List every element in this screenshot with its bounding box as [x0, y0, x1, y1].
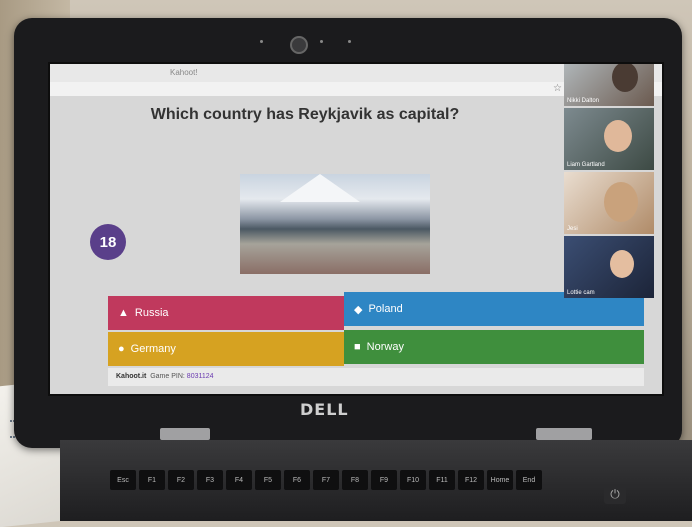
- countdown-timer: 18: [90, 224, 126, 260]
- keyboard-key[interactable]: F9: [371, 470, 397, 490]
- keyboard-key[interactable]: F3: [197, 470, 223, 490]
- answer-label: Norway: [366, 341, 404, 353]
- participant-name: Nikki Dalton: [567, 98, 600, 104]
- game-pin: 8031124: [186, 373, 214, 380]
- participant-video: [604, 120, 632, 152]
- answer-label: Germany: [130, 343, 176, 355]
- laptop-hinge: [536, 428, 592, 440]
- webcam-icon: [290, 36, 308, 54]
- quiz-footer: Kahoot.it Game PIN: 8031124: [108, 368, 644, 386]
- keyboard-key[interactable]: F7: [313, 470, 339, 490]
- triangle-icon: ▲: [118, 307, 129, 319]
- laptop-screen: Kahoot! ☆ Which country has Reykjavik as…: [48, 62, 664, 396]
- participant-tile[interactable]: Liam Gartland: [564, 108, 654, 170]
- question-text: Which country has Reykjavik as capital?: [150, 106, 460, 123]
- keyboard-key[interactable]: End: [516, 470, 542, 490]
- answer-option-germany[interactable]: ● Germany: [108, 332, 344, 366]
- led-indicator: [260, 40, 263, 43]
- mountain-shape: [280, 174, 360, 202]
- circle-icon: ●: [118, 343, 125, 355]
- pin-label: Game PIN:: [150, 373, 185, 380]
- participant-tile[interactable]: Nikki Dalton: [564, 64, 654, 106]
- participant-video: [612, 64, 638, 92]
- keyboard-key[interactable]: F5: [255, 470, 281, 490]
- star-icon[interactable]: ☆: [553, 83, 562, 94]
- footer-brand: Kahoot.it: [116, 373, 147, 380]
- power-icon[interactable]: ⏻: [604, 484, 626, 504]
- participant-video: [610, 250, 634, 278]
- square-icon: ■: [354, 341, 361, 353]
- keyboard-key[interactable]: F4: [226, 470, 252, 490]
- diamond-icon: ◆: [354, 303, 363, 316]
- keyboard-key[interactable]: F1: [139, 470, 165, 490]
- keyboard-key[interactable]: F2: [168, 470, 194, 490]
- participant-name: Jesi: [567, 226, 578, 232]
- keyboard-key[interactable]: F6: [284, 470, 310, 490]
- keyboard-key[interactable]: F12: [458, 470, 484, 490]
- keyboard-key[interactable]: F8: [342, 470, 368, 490]
- keyboard: Esc F1 F2 F3 F4 F5 F6 F7 F8 F9 F10 F11 F12 Home End: [110, 470, 590, 521]
- keyboard-key[interactable]: F10: [400, 470, 426, 490]
- participant-name: Lottie cam: [567, 290, 595, 296]
- participant-video: [604, 182, 638, 222]
- answer-label: Russia: [134, 307, 169, 319]
- answer-option-russia[interactable]: ▲ Russia: [108, 296, 344, 330]
- participant-tile[interactable]: Jesi: [564, 172, 654, 234]
- answer-option-norway[interactable]: ■ Norway: [344, 330, 644, 364]
- led-indicator: [320, 40, 323, 43]
- participant-name: Liam Gartland: [567, 162, 605, 168]
- laptop-logo: DELL: [300, 400, 349, 419]
- video-participants: Nikki Dalton Liam Gartland Jesi Lottie c…: [564, 64, 662, 304]
- keyboard-key[interactable]: Esc: [110, 470, 136, 490]
- participant-tile[interactable]: Lottie cam: [564, 236, 654, 298]
- answer-label: Poland: [368, 303, 403, 315]
- led-indicator: [348, 40, 351, 43]
- keyboard-key[interactable]: F11: [429, 470, 455, 490]
- laptop-hinge: [160, 428, 210, 440]
- keyboard-key[interactable]: Home: [487, 470, 513, 490]
- browser-tab[interactable]: Kahoot!: [170, 68, 198, 77]
